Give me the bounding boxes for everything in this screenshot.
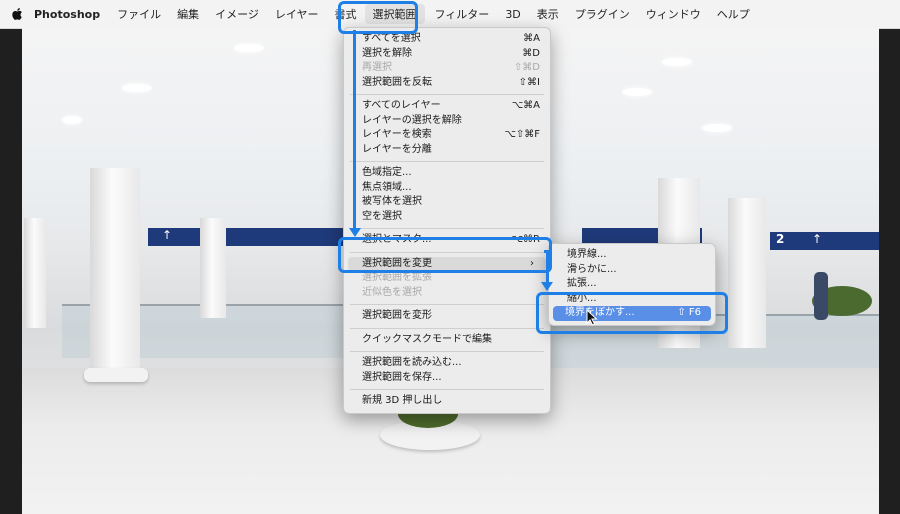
menu-item-shortcut: ⌘A	[523, 33, 540, 44]
menu-item-label: 選択を解除	[362, 47, 412, 59]
annotation-arrow	[541, 282, 553, 291]
menu-image[interactable]: イメージ	[215, 6, 259, 22]
select-menu-item[interactable]: レイヤーを検索 ⌥⇧⌘F	[344, 128, 550, 143]
ceiling-light	[62, 116, 82, 124]
menu-item-label: 再選択	[362, 62, 392, 73]
select-menu-item[interactable]: 選択範囲を保存...	[344, 371, 550, 386]
overhead-sign	[770, 232, 879, 250]
menu-view[interactable]: 表示	[537, 6, 559, 22]
menu-item-shortcut: ⇧⌘I	[518, 76, 540, 88]
pillar	[90, 168, 140, 378]
ceiling-light	[702, 124, 732, 132]
modify-submenu-item[interactable]: 境界線...	[549, 248, 715, 263]
menu-item-label: 新規 3D 押し出し	[362, 395, 443, 406]
annotation-connector	[546, 250, 549, 282]
annotation-connector	[353, 30, 356, 228]
menu-filter[interactable]: フィルター	[435, 6, 490, 22]
sign-arrow: ↑	[162, 228, 173, 242]
menu-separator	[350, 389, 544, 390]
select-menu-item: 再選択 ⇧⌘D	[344, 61, 550, 76]
select-menu-item: 近似色を選択	[344, 286, 550, 301]
menu-item-label: 境界線...	[567, 249, 607, 260]
select-menu-item[interactable]: 選択範囲を読み込む...	[344, 356, 550, 371]
menu-item-label: 選択範囲を読み込む...	[362, 357, 462, 368]
annotation-highlight-feather	[536, 292, 728, 334]
menu-item-label: レイヤーを検索	[362, 129, 432, 140]
menu-item-label: レイヤーの選択を解除	[362, 114, 462, 126]
pillar	[200, 218, 226, 318]
menu-item-label: すべてを選択	[362, 33, 421, 44]
menu-item-label: 選択範囲を反転	[362, 76, 432, 88]
ceiling-light	[122, 84, 152, 92]
menu-item-label: レイヤーを分離	[362, 143, 432, 155]
ceiling-light	[662, 58, 692, 66]
menu-item-label: 焦点領域...	[362, 181, 412, 193]
menu-item-label: 拡張...	[567, 278, 597, 289]
menu-file[interactable]: ファイル	[117, 6, 161, 22]
menu-item-shortcut: ⇧⌘D	[513, 62, 540, 73]
menu-separator	[350, 94, 544, 95]
menu-bar: Photoshop ファイル 編集 イメージ レイヤー 書式 選択範囲 フィルタ…	[0, 0, 900, 29]
menu-separator	[350, 161, 544, 162]
menu-item-label: 選択範囲を変形	[362, 310, 432, 321]
select-menu-item[interactable]: 空を選択	[344, 210, 550, 225]
select-menu-item[interactable]: レイヤーの選択を解除	[344, 114, 550, 129]
ceiling-light	[234, 44, 264, 52]
annotation-highlight-select-menu	[338, 1, 418, 34]
sign-arrow: ↑	[812, 232, 823, 246]
menu-item-label: 空を選択	[362, 210, 402, 222]
ceiling-light	[622, 88, 652, 96]
pillar	[24, 218, 46, 328]
menu-layer[interactable]: レイヤー	[275, 6, 319, 22]
select-menu-item[interactable]: 被写体を選択	[344, 195, 550, 210]
menu-separator	[350, 351, 544, 352]
menu-item-label: 色域指定...	[362, 167, 412, 178]
annotation-highlight-modify	[338, 237, 552, 273]
pillar-base	[84, 368, 148, 382]
menu-plugins[interactable]: プラグイン	[575, 6, 630, 22]
select-menu-item[interactable]: 焦点領域...	[344, 181, 550, 196]
modify-submenu-item[interactable]: 拡張...	[549, 277, 715, 292]
select-menu-item[interactable]: すべてのレイヤー ⌥⌘A	[344, 99, 550, 114]
select-menu-item: 選択範囲を拡張	[344, 271, 550, 286]
select-menu-item[interactable]: 色域指定...	[344, 166, 550, 181]
apple-icon[interactable]	[0, 7, 34, 21]
select-menu-dropdown: すべてを選択 ⌘A 選択を解除 ⌘D 再選択 ⇧⌘D 選択範囲を反転 ⇧⌘I すべてのレイヤー ⌥…	[343, 27, 551, 414]
cursor-icon	[586, 309, 598, 326]
pillar	[728, 198, 766, 348]
menu-item-label: 被写体を選択	[362, 196, 422, 207]
menu-item-label: すべてのレイヤー	[362, 100, 441, 111]
menu-item-shortcut: ⌥⇧⌘F	[504, 129, 540, 140]
menu-3d[interactable]: 3D	[505, 8, 520, 21]
select-menu-item[interactable]: 選択範囲を反転 ⇧⌘I	[344, 76, 550, 91]
menu-app-photoshop[interactable]: Photoshop	[34, 8, 100, 21]
menu-separator	[350, 304, 544, 305]
menu-item-shortcut: ⌥⌘A	[511, 100, 540, 111]
menu-item-label: 選択範囲を保存...	[362, 371, 442, 383]
select-menu-item[interactable]: 選択を解除 ⌘D	[344, 47, 550, 62]
sign-number: 2	[776, 232, 785, 246]
select-menu-item[interactable]: 新規 3D 押し出し	[344, 394, 550, 409]
menu-edit[interactable]: 編集	[177, 6, 199, 22]
annotation-arrow	[349, 228, 361, 237]
menu-item-label: 滑らかに...	[567, 263, 617, 275]
menu-item-label: 選択範囲を拡張	[362, 272, 432, 283]
select-menu-item[interactable]: クイックマスクモードで編集	[344, 333, 550, 348]
select-menu-item[interactable]: 選択範囲を変形	[344, 309, 550, 324]
modify-submenu-item[interactable]: 滑らかに...	[549, 263, 715, 278]
select-menu-item[interactable]: すべてを選択 ⌘A	[344, 32, 550, 47]
menu-separator	[350, 228, 544, 229]
menu-help[interactable]: ヘルプ	[717, 6, 750, 22]
menu-item-label: クイックマスクモードで編集	[362, 333, 492, 345]
person	[814, 272, 828, 320]
menu-separator	[350, 327, 544, 329]
menu-window[interactable]: ウィンドウ	[646, 6, 701, 22]
menu-item-label: 近似色を選択	[362, 286, 422, 298]
select-menu-item[interactable]: レイヤーを分離	[344, 143, 550, 158]
menu-item-shortcut: ⌘D	[522, 47, 540, 59]
